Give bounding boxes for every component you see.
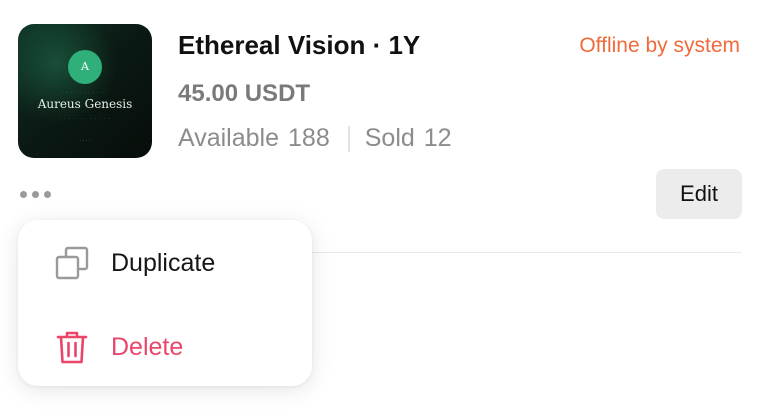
page: A · · · · · · · · · · · Aureus Genesis ·… bbox=[0, 0, 758, 412]
more-dot bbox=[32, 190, 39, 198]
edit-button[interactable]: Edit bbox=[656, 169, 742, 219]
thumbnail-seal: A bbox=[68, 50, 102, 84]
product-thumbnail[interactable]: A · · · · · · · · · · · Aureus Genesis ·… bbox=[18, 24, 152, 158]
product-price: 45.00 USDT bbox=[178, 80, 311, 107]
duplicate-icon bbox=[55, 246, 89, 280]
thumbnail-subline: · · · · · · · · · · · · bbox=[59, 116, 111, 121]
duplicate-label: Duplicate bbox=[111, 248, 216, 277]
product-stats: Available 188 Sold 12 bbox=[178, 124, 452, 153]
card-divider bbox=[300, 252, 742, 253]
thumbnail-footer: · · · · bbox=[79, 138, 91, 144]
more-dot bbox=[44, 190, 51, 198]
delete-label: Delete bbox=[111, 332, 184, 361]
more-dot bbox=[20, 190, 27, 198]
sold-label: Sold bbox=[364, 124, 415, 152]
available-count: 188 bbox=[288, 124, 330, 152]
trash-icon bbox=[56, 331, 88, 364]
more-actions-menu: Duplicate Delete bbox=[18, 220, 312, 386]
status-badge: Offline by system bbox=[579, 34, 740, 57]
sold-count: 12 bbox=[423, 124, 452, 152]
more-horizontal-icon[interactable] bbox=[20, 188, 60, 200]
thumbnail-tagline: · · · · · · · · · · · bbox=[61, 90, 109, 95]
available-label: Available bbox=[178, 124, 280, 152]
duplicate-menu-item[interactable]: Duplicate bbox=[18, 228, 312, 298]
product-title: Ethereal Vision · 1Y bbox=[178, 30, 421, 60]
stats-divider bbox=[347, 125, 350, 152]
delete-menu-item[interactable]: Delete bbox=[18, 312, 312, 382]
product-card: A · · · · · · · · · · · Aureus Genesis ·… bbox=[0, 0, 758, 412]
thumbnail-name: Aureus Genesis bbox=[37, 97, 133, 111]
